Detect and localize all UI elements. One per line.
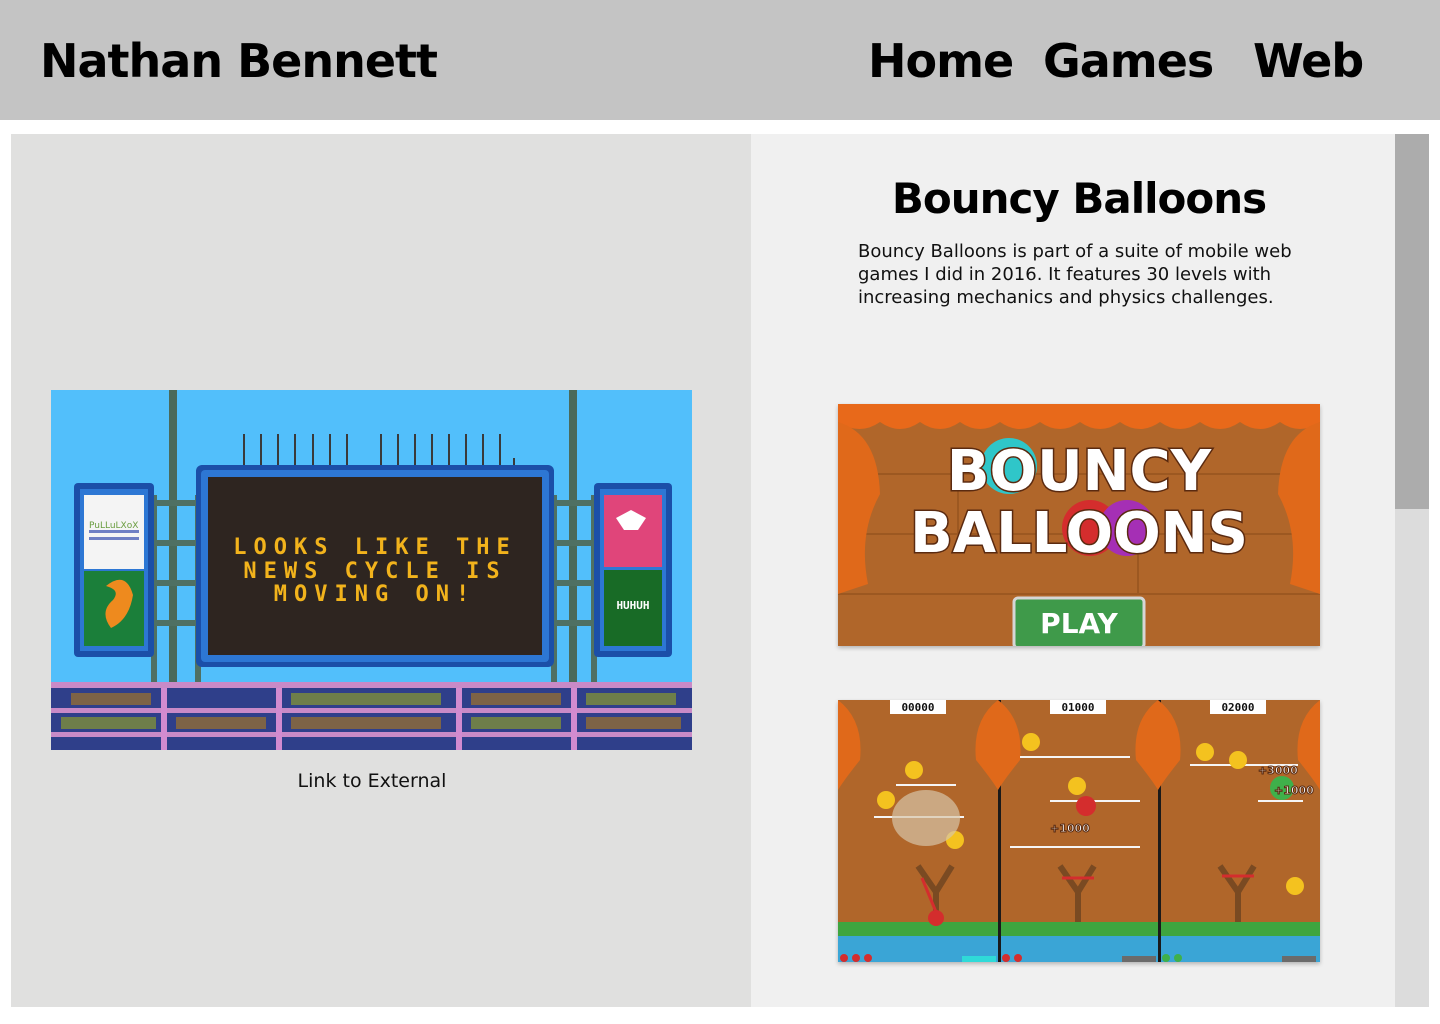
game-title: Bouncy Balloons: [891, 174, 1267, 223]
svg-text:MOVING ON!: MOVING ON!: [274, 582, 476, 607]
game-preview-panel: LOOKS LIKE THE NEWS CYCLE IS MOVING ON! …: [11, 134, 751, 1007]
game-preview-image-link[interactable]: LOOKS LIKE THE NEWS CYCLE IS MOVING ON! …: [51, 390, 692, 750]
score-popup-3: +1000: [1274, 784, 1314, 797]
title-screen-screenshot: BOUNCY BALLOONS PLAY: [838, 404, 1320, 646]
main-nav: Home Games Web: [0, 34, 1440, 94]
side-board-text: HUHUH: [616, 599, 649, 612]
svg-text:NEWS CYCLE IS: NEWS CYCLE IS: [243, 559, 506, 584]
play-label: PLAY: [1040, 607, 1118, 640]
svg-text:LOOKS LIKE THE: LOOKS LIKE THE: [233, 535, 516, 560]
nav-web-link[interactable]: Web: [1253, 34, 1364, 88]
scoreboard-message: LOOKS LIKE THE NEWS CYCLE IS MOVING ON!: [233, 535, 516, 607]
top-header: Nathan Bennett Home Games Web: [0, 0, 1440, 120]
score-text-3: 02000: [1221, 701, 1254, 714]
game-description: Bouncy Balloons is part of a suite of mo…: [858, 241, 1292, 308]
scrollbar-track[interactable]: [1395, 134, 1429, 1007]
game-logo: BOUNCY BALLOONS: [909, 438, 1250, 568]
score-popup-1: +1000: [1050, 822, 1090, 835]
svg-text:PuLLuLXoX: PuLLuLXoX: [89, 521, 138, 531]
score-text-2: 01000: [1061, 701, 1094, 714]
svg-text:BALLOONS: BALLOONS: [910, 501, 1248, 566]
score-text-1: 00000: [901, 701, 934, 714]
svg-text:BOUNCY: BOUNCY: [947, 439, 1213, 504]
link-to-external[interactable]: Link to External: [11, 770, 733, 792]
nav-home-link[interactable]: Home: [868, 34, 1014, 88]
stadium-scoreboard-image: LOOKS LIKE THE NEWS CYCLE IS MOVING ON! …: [51, 390, 692, 750]
gameplay-screenshot: 00000 01000 02000 +1000 +3000 +1000: [838, 700, 1320, 962]
nav-games-link[interactable]: Games: [1043, 34, 1214, 88]
game-details-panel: Bouncy Balloons Bouncy Balloons is part …: [751, 134, 1395, 1007]
scrollbar-thumb[interactable]: [1395, 134, 1429, 509]
score-popup-2: +3000: [1258, 764, 1298, 777]
